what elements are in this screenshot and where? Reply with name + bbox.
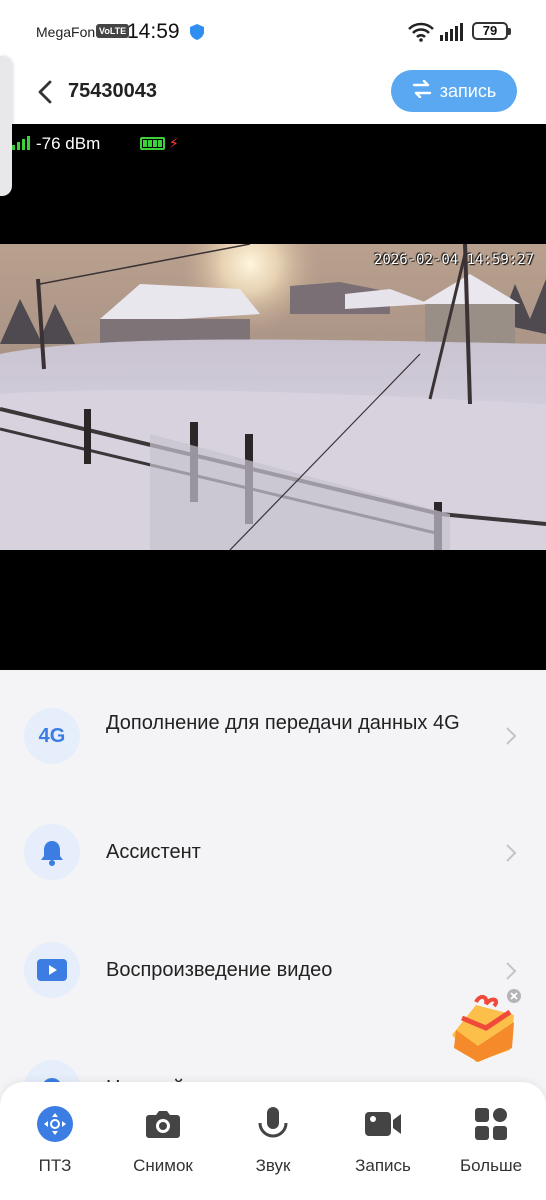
microphone-icon bbox=[253, 1104, 293, 1144]
device-title: 75430043 bbox=[68, 80, 157, 102]
charging-icon: ⚡ bbox=[169, 135, 179, 151]
signal-strength-icon bbox=[12, 136, 30, 150]
live-video-view[interactable]: -76 dBm ⚡ 2026-02-04 14:59:27 bbox=[0, 124, 546, 670]
chevron-right-icon bbox=[504, 842, 518, 864]
tab-ptz[interactable]: ПТЗ bbox=[10, 1104, 100, 1184]
4g-icon-text: 4G bbox=[38, 724, 66, 747]
carrier-name: MegaFon bbox=[36, 24, 96, 40]
chevron-right-icon bbox=[504, 960, 518, 982]
clock: 14:59 bbox=[127, 20, 180, 43]
list-item-label: Дополнение для передачи данных 4G bbox=[106, 712, 460, 734]
wifi-icon bbox=[408, 22, 434, 47]
swap-icon bbox=[412, 79, 432, 103]
tab-snapshot[interactable]: Снимок bbox=[118, 1104, 208, 1184]
shield-icon bbox=[190, 24, 204, 45]
tab-label: ПТЗ bbox=[38, 1156, 72, 1175]
back-icon[interactable] bbox=[32, 78, 60, 106]
record-switch-label: запись bbox=[439, 80, 497, 101]
cell-signal-icon bbox=[440, 23, 466, 46]
battery-indicator: 79 bbox=[472, 22, 511, 40]
app-header: 75430043 запись bbox=[0, 64, 546, 124]
signal-dbm: -76 dBm bbox=[36, 134, 101, 153]
list-item-label: Воспроизведение видео bbox=[106, 959, 333, 981]
tab-more[interactable]: Больше bbox=[446, 1104, 536, 1184]
bell-icon bbox=[24, 824, 80, 880]
tab-label: Запись bbox=[355, 1156, 411, 1175]
close-icon[interactable] bbox=[506, 988, 522, 1004]
ptz-icon bbox=[35, 1104, 75, 1144]
video-record-icon bbox=[363, 1104, 403, 1144]
camera-icon bbox=[143, 1104, 183, 1144]
status-bar: MegaFon VoLTE 14:59 79 bbox=[0, 0, 546, 64]
list-item-label: Ассистент bbox=[106, 841, 201, 863]
tab-label: Звук bbox=[255, 1156, 291, 1175]
play-icon bbox=[24, 942, 80, 998]
side-drawer-handle[interactable] bbox=[0, 56, 12, 196]
list-item-assistant[interactable]: Ассистент bbox=[0, 802, 546, 902]
list-item-4g-addon[interactable]: 4G Дополнение для передачи данных 4G bbox=[0, 692, 546, 792]
video-timestamp: 2026-02-04 14:59:27 bbox=[374, 252, 535, 268]
bottom-tab-bar: ПТЗ Снимок Звук Запись Больше bbox=[0, 1082, 546, 1200]
camera-image bbox=[0, 244, 546, 550]
record-switch-button[interactable]: запись bbox=[391, 70, 517, 112]
4g-icon: 4G bbox=[24, 708, 80, 764]
volte-badge: VoLTE bbox=[96, 24, 130, 38]
tab-label: Больше bbox=[459, 1156, 523, 1175]
gift-promo-widget[interactable] bbox=[446, 988, 526, 1070]
camera-battery-icon bbox=[140, 137, 165, 150]
tab-sound[interactable]: Звук bbox=[228, 1104, 318, 1184]
tab-record[interactable]: Запись bbox=[338, 1104, 428, 1184]
screen: MegaFon VoLTE 14:59 79 75430043 запись -… bbox=[0, 0, 546, 1200]
grid-more-icon bbox=[471, 1104, 511, 1144]
tab-label: Снимок bbox=[133, 1156, 193, 1175]
chevron-right-icon bbox=[504, 725, 518, 747]
